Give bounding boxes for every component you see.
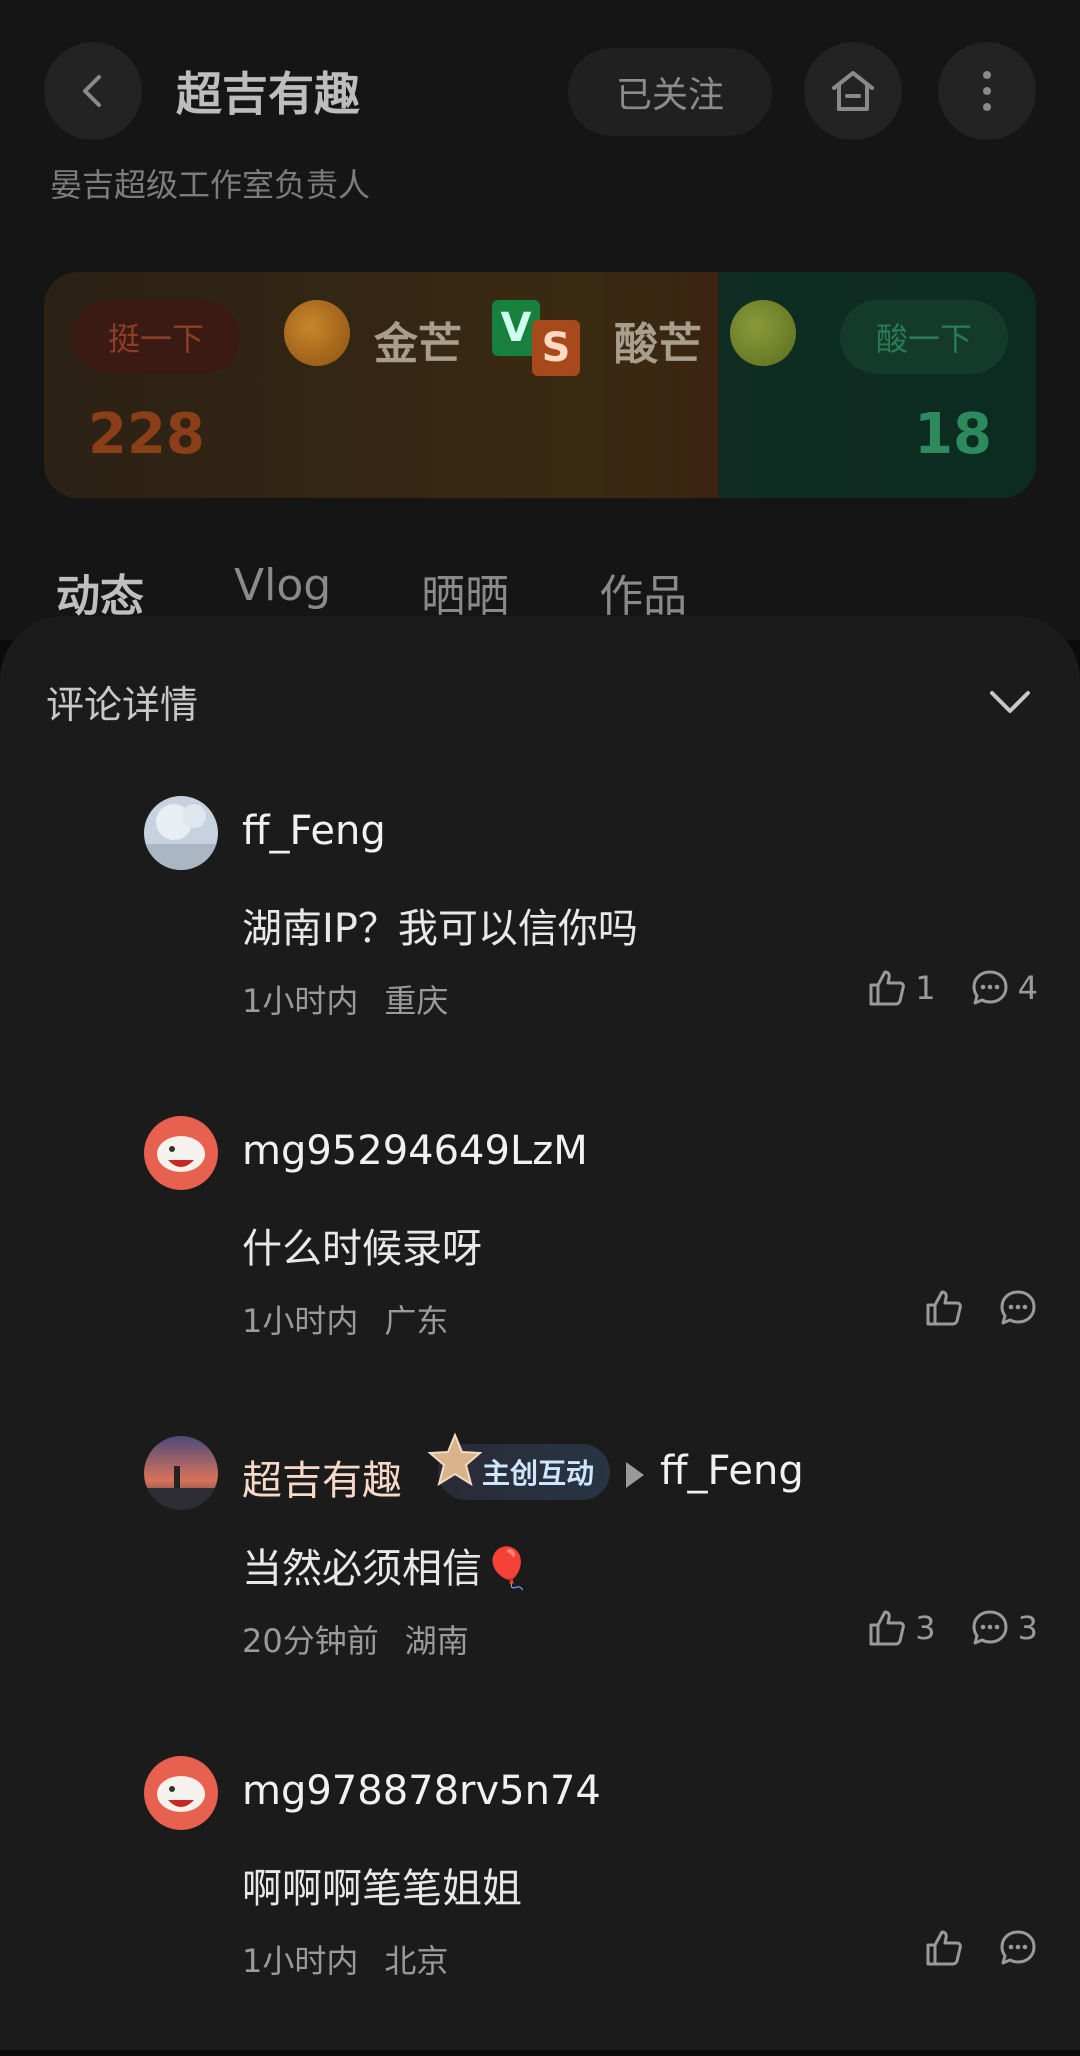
comment-bubble-icon bbox=[970, 968, 1010, 1008]
comment-username[interactable]: mg978878rv5n74 bbox=[242, 1768, 601, 1814]
home-button[interactable] bbox=[804, 42, 902, 140]
tab-works[interactable]: 作品 bbox=[599, 560, 687, 624]
comment-actions bbox=[890, 1288, 1038, 1328]
comment-username[interactable]: ff_Feng bbox=[242, 808, 386, 854]
star-badge-icon bbox=[426, 1432, 484, 1490]
comment-item: mg95294649LzM 什么时候录呀 1小时内 广东 bbox=[0, 1116, 1080, 1416]
comment-bubble-icon bbox=[970, 1608, 1010, 1648]
follow-button[interactable]: 已关注 bbox=[568, 48, 772, 136]
like-button[interactable] bbox=[924, 1928, 964, 1968]
comment-meta: 1小时内 广东 bbox=[242, 1296, 448, 1342]
vs-badge-icon: V S bbox=[492, 300, 586, 380]
comment-bubble-icon bbox=[998, 1928, 1038, 1968]
comment-location: 北京 bbox=[384, 1942, 449, 1980]
comment-item: mg978878rv5n74 啊啊啊笔笔姐姐 1小时内 北京 bbox=[0, 1756, 1080, 2056]
home-icon bbox=[828, 66, 878, 116]
thumbs-up-icon bbox=[867, 1608, 907, 1648]
profile-tabs: 动态 Vlog 晒晒 作品 bbox=[56, 560, 777, 624]
sour-button[interactable]: 酸一下 bbox=[840, 300, 1008, 374]
reply-to-username[interactable]: ff_Feng bbox=[660, 1448, 804, 1494]
thumbs-up-icon bbox=[924, 1288, 964, 1328]
comment-location: 湖南 bbox=[404, 1622, 469, 1660]
like-button[interactable] bbox=[924, 1288, 964, 1328]
avatar[interactable] bbox=[144, 1756, 218, 1830]
like-button[interactable]: 3 bbox=[867, 1608, 936, 1648]
sheet-title: 评论详情 bbox=[46, 683, 199, 727]
like-count: 1 bbox=[915, 969, 936, 1007]
support-button[interactable]: 挺一下 bbox=[72, 300, 240, 374]
comment-text[interactable]: 湖南IP？我可以信你吗 bbox=[242, 896, 638, 954]
chevron-down-icon bbox=[988, 688, 1032, 716]
comment-location: 广东 bbox=[384, 1302, 449, 1340]
comment-meta: 1小时内 重庆 bbox=[242, 976, 448, 1022]
reply-button[interactable] bbox=[998, 1288, 1038, 1328]
comment-actions: 3 3 bbox=[833, 1608, 1038, 1648]
like-button[interactable]: 1 bbox=[867, 968, 936, 1008]
reply-button[interactable]: 4 bbox=[970, 968, 1038, 1008]
comment-text[interactable]: 当然必须相信🎈 bbox=[242, 1536, 532, 1594]
comment-location: 重庆 bbox=[384, 982, 449, 1020]
vs-card: 挺一下 金芒 V S 酸芒 酸一下 228 18 bbox=[44, 272, 1036, 498]
comment-time: 20分钟前 bbox=[242, 1622, 379, 1660]
comment-detail-sheet: 评论详情 ff_Feng 湖南IP？我可以信你吗 1小时内 重庆 1 4 mg9… bbox=[0, 616, 1080, 2050]
comment-time: 1小时内 bbox=[242, 982, 359, 1020]
thumbs-up-icon bbox=[924, 1928, 964, 1968]
more-vertical-icon bbox=[977, 69, 997, 113]
avatar[interactable] bbox=[144, 1116, 218, 1190]
comment-meta: 1小时内 北京 bbox=[242, 1936, 448, 1982]
comment-time: 1小时内 bbox=[242, 1942, 359, 1980]
profile-title: 超吉有趣 bbox=[176, 67, 360, 121]
reply-count: 3 bbox=[1017, 1609, 1038, 1647]
avatar[interactable] bbox=[144, 1436, 218, 1510]
profile-subtitle: 晏吉超级工作室负责人 bbox=[50, 166, 371, 204]
reply-button[interactable] bbox=[998, 1928, 1038, 1968]
mango-right-icon bbox=[730, 300, 796, 366]
background-profile-page: 超吉有趣 已关注 晏吉超级工作室负责人 挺一下 金芒 V S 酸芒 酸一下 22… bbox=[0, 0, 1080, 640]
vs-right-name: 酸芒 bbox=[614, 319, 702, 370]
comment-item: ff_Feng 湖南IP？我可以信你吗 1小时内 重庆 1 4 bbox=[0, 796, 1080, 1096]
comment-time: 1小时内 bbox=[242, 1302, 359, 1340]
like-count: 3 bbox=[915, 1609, 936, 1647]
mango-left-icon bbox=[284, 300, 350, 366]
thumbs-up-icon bbox=[867, 968, 907, 1008]
comment-actions: 1 4 bbox=[833, 968, 1038, 1008]
tab-vlog[interactable]: Vlog bbox=[234, 560, 331, 624]
vs-left-name: 金芒 bbox=[374, 319, 462, 370]
avatar[interactable] bbox=[144, 796, 218, 870]
comment-username[interactable]: mg95294649LzM bbox=[242, 1128, 588, 1174]
comment-meta: 20分钟前 湖南 bbox=[242, 1616, 469, 1662]
reply-button[interactable]: 3 bbox=[970, 1608, 1038, 1648]
more-button[interactable] bbox=[938, 42, 1036, 140]
vs-left-count: 228 bbox=[88, 402, 205, 467]
back-arrow-icon bbox=[73, 71, 113, 111]
comment-bubble-icon bbox=[998, 1288, 1038, 1328]
tab-shai[interactable]: 晒晒 bbox=[421, 560, 509, 624]
collapse-button[interactable] bbox=[980, 672, 1040, 732]
reply-to-arrow-icon bbox=[626, 1462, 644, 1488]
comment-actions bbox=[890, 1928, 1038, 1968]
tab-dynamics[interactable]: 动态 bbox=[56, 560, 144, 624]
reply-count: 4 bbox=[1017, 969, 1038, 1007]
comment-item: 超吉有趣 主创互动 ff_Feng 当然必须相信🎈 20分钟前 湖南 3 3 bbox=[0, 1432, 1080, 1736]
comment-username[interactable]: 超吉有趣 bbox=[242, 1448, 402, 1506]
vs-right-count: 18 bbox=[914, 402, 992, 467]
vs-badge-s: S bbox=[532, 320, 580, 376]
comment-text[interactable]: 什么时候录呀 bbox=[242, 1216, 482, 1274]
back-button[interactable] bbox=[44, 42, 142, 140]
comment-text[interactable]: 啊啊啊笔笔姐姐 bbox=[242, 1856, 522, 1914]
